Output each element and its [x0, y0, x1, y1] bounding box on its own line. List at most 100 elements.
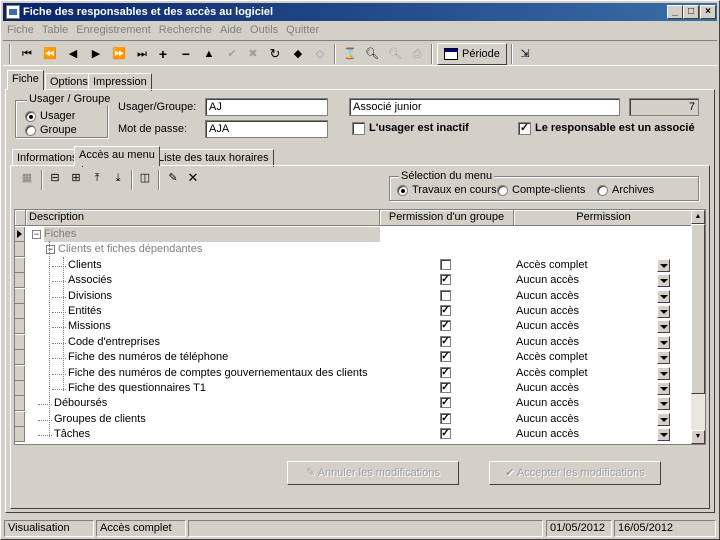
row-selector[interactable] — [15, 381, 25, 396]
collapse-toggle-icon[interactable]: − — [46, 245, 55, 254]
row-selector[interactable] — [15, 366, 25, 381]
menu-recherche[interactable]: Recherche — [155, 22, 216, 39]
permission-dropdown-icon[interactable] — [657, 259, 670, 272]
group-permission-checkbox[interactable]: ✓ — [440, 274, 451, 285]
menu-quitter[interactable]: Quitter — [282, 22, 323, 39]
title-bar[interactable]: Fiche des responsables et des accès au l… — [3, 3, 717, 21]
permission-dropdown-icon[interactable] — [657, 413, 670, 426]
tag-disabled-icon[interactable]: ◇ — [310, 44, 330, 64]
group-permission-checkbox[interactable]: ✓ — [440, 428, 451, 439]
permission-value[interactable]: Aucun accès — [516, 289, 579, 304]
maximize-button[interactable]: □ — [683, 5, 699, 19]
permission-dropdown-icon[interactable] — [657, 367, 670, 380]
row-description[interactable]: Clients et fiches dépendantes — [58, 242, 202, 257]
row-description[interactable]: Fiche des numéros de comptes gouvernemen… — [68, 366, 368, 381]
up-icon[interactable]: ▲ — [199, 44, 219, 64]
refresh-icon[interactable]: ↻ — [265, 44, 285, 64]
row-description[interactable]: Déboursés — [54, 396, 107, 411]
group-permission-checkbox[interactable]: ✓ — [440, 336, 451, 347]
print-icon[interactable]: ⎙ — [407, 44, 427, 64]
row-description[interactable]: Code d'entreprises — [68, 335, 160, 350]
permission-value[interactable]: Aucun accès — [516, 335, 579, 350]
row-description[interactable]: Fiche des numéros de téléphone — [68, 350, 228, 365]
permission-dropdown-icon[interactable] — [657, 305, 670, 318]
prev-record-icon[interactable]: ◀ — [63, 44, 83, 64]
row-selector[interactable] — [15, 304, 25, 319]
tag-icon[interactable]: ◆ — [288, 44, 308, 64]
user-input[interactable]: AJ — [205, 98, 328, 116]
prev-page-icon[interactable]: ⏪ — [40, 44, 60, 64]
grid-icon[interactable]: ▦ — [17, 168, 37, 188]
inactive-checkbox[interactable] — [352, 122, 365, 135]
move-down-icon[interactable]: ⤓ — [108, 168, 128, 188]
last-record-icon[interactable]: ⏭ — [132, 44, 152, 64]
group-permission-checkbox[interactable] — [440, 290, 451, 301]
permission-dropdown-icon[interactable] — [657, 274, 670, 287]
row-selector[interactable] — [15, 242, 25, 257]
group-permission-checkbox[interactable]: ✓ — [440, 351, 451, 362]
radio-groupe[interactable] — [25, 125, 36, 136]
row-selector[interactable] — [15, 258, 25, 273]
tab-acces-menu[interactable]: Accès au menu — [74, 146, 160, 166]
permission-value[interactable]: Aucun accès — [516, 396, 579, 411]
cancel-changes-button[interactable]: ✎ Annuler les modifications — [287, 461, 459, 485]
header-group-permission[interactable]: Permission d'un groupe — [380, 210, 514, 226]
permission-value[interactable]: Accès complet — [516, 366, 588, 381]
next-record-icon[interactable]: ▶ — [86, 44, 106, 64]
header-permission[interactable]: Permission — [514, 210, 694, 226]
user-description-input[interactable]: Associé junior — [349, 98, 620, 116]
associate-checkbox[interactable]: ✓ — [518, 122, 531, 135]
permission-dropdown-icon[interactable] — [657, 397, 670, 410]
hourglass-icon[interactable]: ⌛ — [340, 44, 360, 64]
radio-usager[interactable] — [25, 111, 36, 122]
radio-compte-clients[interactable] — [497, 185, 508, 196]
tab-fiche[interactable]: Fiche — [7, 70, 44, 90]
permission-dropdown-icon[interactable] — [657, 320, 670, 333]
cancel-icon[interactable]: ✖ — [243, 44, 263, 64]
row-selector[interactable] — [15, 427, 25, 442]
zoom-icon[interactable]: 🔍︎ — [362, 44, 382, 64]
row-selector[interactable] — [15, 289, 25, 304]
row-description[interactable]: Groupes de clients — [54, 412, 146, 427]
group-permission-checkbox[interactable]: ✓ — [440, 413, 451, 424]
collapse-toggle-icon[interactable]: − — [32, 230, 41, 239]
radio-travaux-en-cours[interactable] — [397, 185, 408, 196]
periode-button[interactable]: Période — [437, 43, 507, 65]
edit-icon[interactable]: ✎ — [163, 168, 183, 188]
group-permission-checkbox[interactable] — [440, 259, 451, 270]
collapse-icon[interactable]: ⊟ — [45, 168, 65, 188]
row-selector[interactable] — [15, 412, 25, 427]
columns-icon[interactable]: ◫ — [135, 168, 155, 188]
minimize-button[interactable]: _ — [667, 5, 683, 19]
row-selector[interactable] — [15, 335, 25, 350]
first-record-icon[interactable]: ⏮ — [17, 44, 37, 64]
permission-value[interactable]: Aucun accès — [516, 319, 579, 334]
group-permission-checkbox[interactable]: ✓ — [440, 397, 451, 408]
menu-enregistrement[interactable]: Enregistrement — [72, 22, 155, 39]
row-selector[interactable] — [15, 319, 25, 334]
permission-dropdown-icon[interactable] — [657, 428, 670, 441]
group-permission-checkbox[interactable]: ✓ — [440, 367, 451, 378]
row-description[interactable]: Fiche des questionnaires T1 — [68, 381, 206, 396]
accept-changes-button[interactable]: ✔ Accepter les modifications — [489, 461, 661, 485]
permission-value[interactable]: Aucun accès — [516, 412, 579, 427]
group-permission-checkbox[interactable]: ✓ — [440, 382, 451, 393]
row-selector[interactable] — [15, 350, 25, 365]
scroll-thumb[interactable] — [691, 224, 705, 394]
row-description[interactable]: Missions — [68, 319, 111, 334]
permission-dropdown-icon[interactable] — [657, 351, 670, 364]
row-description[interactable]: Tâches — [54, 427, 90, 442]
row-selector[interactable] — [15, 396, 25, 411]
scroll-down-button[interactable]: ▼ — [691, 430, 705, 444]
row-selector[interactable] — [15, 273, 25, 288]
vertical-scrollbar[interactable]: ▲ ▼ — [691, 210, 705, 444]
permission-dropdown-icon[interactable] — [657, 336, 670, 349]
row-description[interactable]: Fiches — [44, 227, 380, 242]
menu-fiche[interactable]: Fiche — [3, 22, 38, 39]
group-permission-checkbox[interactable]: ✓ — [440, 320, 451, 331]
permission-value[interactable]: Accès complet — [516, 350, 588, 365]
row-description[interactable]: Entités — [68, 304, 102, 319]
confirm-icon[interactable]: ✔ — [222, 44, 242, 64]
next-page-icon[interactable]: ⏩ — [109, 44, 129, 64]
zoom-disabled-icon[interactable]: 🔍︎ — [385, 44, 405, 64]
